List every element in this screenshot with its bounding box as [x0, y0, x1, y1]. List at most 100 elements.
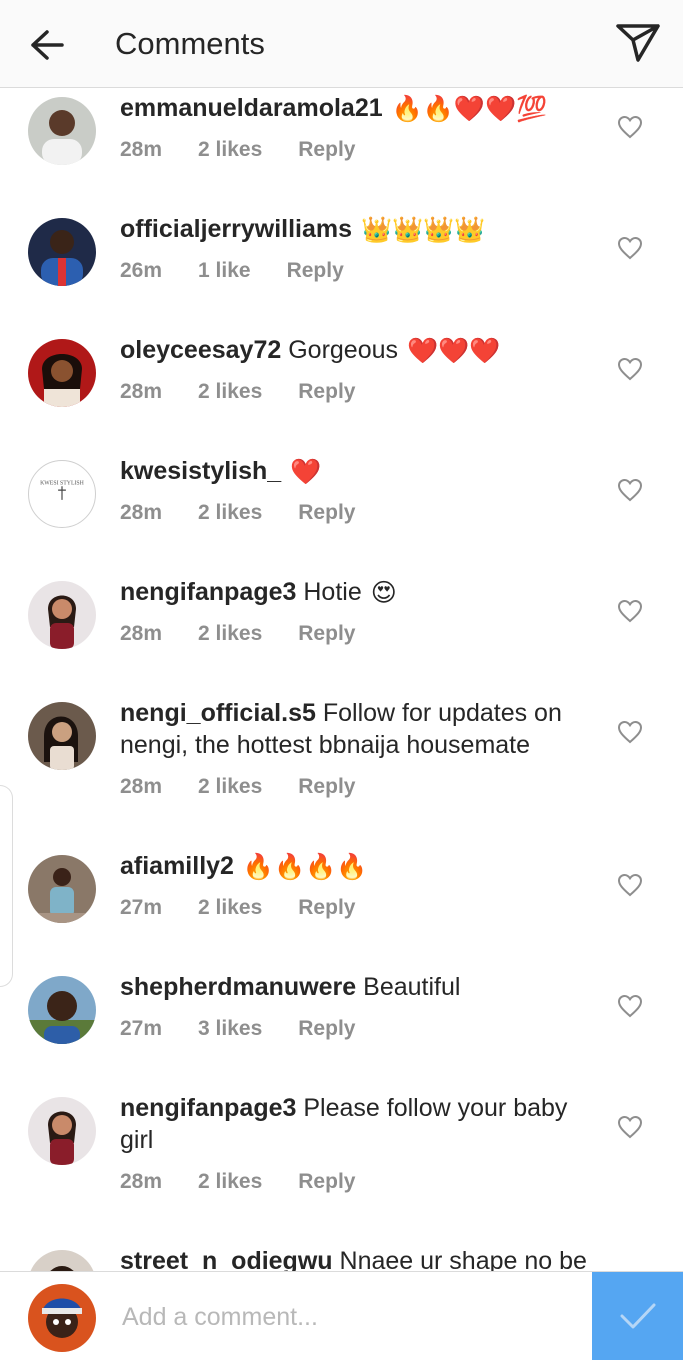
- page-title: Comments: [115, 26, 265, 61]
- comment-meta: 27m 3 likes Reply: [120, 1015, 391, 1043]
- comment-text: emmanueldaramola21 🔥🔥❤️❤️💯: [120, 92, 600, 125]
- heart-outline-icon: [617, 599, 643, 623]
- comment-row: nengi_official.s5 Follow for updates on …: [0, 695, 683, 835]
- avatar[interactable]: [28, 339, 96, 407]
- comment-text: officialjerrywilliams 👑👑👑👑: [120, 213, 600, 246]
- emoji-text: 🔥🔥🔥🔥: [242, 853, 368, 882]
- like-button[interactable]: [614, 596, 646, 626]
- comment-likes[interactable]: 1 like: [198, 259, 251, 282]
- comment-time: 28m: [120, 1170, 163, 1193]
- avatar[interactable]: [28, 1097, 96, 1165]
- like-button[interactable]: [614, 475, 646, 505]
- comment-list[interactable]: emmanueldaramola21 🔥🔥❤️❤️💯 28m 2 likes Rep…: [0, 88, 683, 1271]
- comment-row: nengifanpage3 Please follow your baby gi…: [0, 1090, 683, 1230]
- share-button[interactable]: [613, 20, 663, 66]
- comment-username[interactable]: oleyceesay72: [120, 336, 281, 364]
- comment-row: officialjerrywilliams 👑👑👑👑 26m 1 like Repl…: [0, 211, 683, 321]
- side-panel-edge[interactable]: [0, 785, 13, 987]
- reply-button[interactable]: Reply: [298, 501, 355, 524]
- comment-text: oleyceesay72 Gorgeous ❤️❤️❤️: [120, 334, 600, 367]
- comment-username[interactable]: nengifanpage3: [120, 578, 296, 606]
- reply-button[interactable]: Reply: [298, 775, 355, 798]
- comment-text: nengifanpage3 Hotie 😍: [120, 576, 600, 609]
- avatar[interactable]: [28, 581, 96, 649]
- reply-button[interactable]: Reply: [287, 259, 344, 282]
- comment-likes[interactable]: 2 likes: [198, 896, 262, 919]
- comment-time: 28m: [120, 775, 163, 798]
- avatar[interactable]: [28, 976, 96, 1044]
- comment-row: afiamilly2 🔥🔥🔥🔥 27m 2 likes Reply: [0, 848, 683, 958]
- reply-button[interactable]: Reply: [298, 622, 355, 645]
- like-button[interactable]: [614, 112, 646, 142]
- current-user-avatar[interactable]: [28, 1284, 96, 1352]
- reply-button[interactable]: Reply: [298, 896, 355, 919]
- comment-likes[interactable]: 3 likes: [198, 1017, 262, 1040]
- avatar[interactable]: [28, 1250, 96, 1271]
- comment-likes[interactable]: 2 likes: [198, 501, 262, 524]
- comment-time: 28m: [120, 622, 163, 645]
- comment-likes[interactable]: 2 likes: [198, 1170, 262, 1193]
- comment-meta: 28m 2 likes Reply: [120, 1168, 391, 1196]
- comment-likes[interactable]: 2 likes: [198, 380, 262, 403]
- comment-username[interactable]: afiamilly2: [120, 852, 234, 880]
- emoji-text: 👑👑👑👑: [361, 216, 486, 245]
- checkmark-icon: [620, 1303, 655, 1329]
- emoji-text: ❤️❤️❤️: [406, 337, 501, 366]
- comment-row: oleyceesay72 Gorgeous ❤️❤️❤️ 28m 2 likes R…: [0, 332, 683, 442]
- comment-input[interactable]: [120, 1290, 574, 1344]
- comment-time: 26m: [120, 259, 163, 282]
- comment-row: shepherdmanuwere Beautiful 27m 3 likes Rep…: [0, 969, 683, 1079]
- comment-likes[interactable]: 2 likes: [198, 138, 262, 161]
- heart-outline-icon: [617, 720, 643, 744]
- comment-username[interactable]: street_n_odiegwu: [120, 1247, 333, 1271]
- heart-outline-icon: [617, 357, 643, 381]
- comment-text: nengi_official.s5 Follow for updates on …: [120, 697, 600, 761]
- avatar[interactable]: KWESI STYLISH: [28, 460, 96, 528]
- comment-row: nengifanpage3 Hotie 😍 28m 2 likes Reply: [0, 574, 683, 684]
- comment-meta: 27m 2 likes Reply: [120, 894, 391, 922]
- paper-plane-icon: [616, 24, 660, 62]
- comment-username[interactable]: nengifanpage3: [120, 1094, 296, 1122]
- avatar[interactable]: [28, 218, 96, 286]
- comment-body: Beautiful: [363, 973, 461, 1001]
- comment-row: emmanueldaramola21 🔥🔥❤️❤️💯 28m 2 likes Rep…: [0, 90, 683, 200]
- comment-time: 27m: [120, 1017, 163, 1040]
- comment-username[interactable]: officialjerrywilliams: [120, 215, 352, 243]
- emoji-text: ❤️: [290, 458, 322, 487]
- comment-row: street_n_odiegwu Nnaee ur shape no be: [0, 1243, 683, 1271]
- heart-outline-icon: [617, 994, 643, 1018]
- like-button[interactable]: [614, 870, 646, 900]
- like-button[interactable]: [614, 233, 646, 263]
- like-button[interactable]: [614, 991, 646, 1021]
- reply-button[interactable]: Reply: [298, 380, 355, 403]
- comment-meta: 28m 2 likes Reply: [120, 499, 391, 527]
- comment-likes[interactable]: 2 likes: [198, 775, 262, 798]
- like-button[interactable]: [614, 354, 646, 384]
- like-button[interactable]: [614, 717, 646, 747]
- avatar[interactable]: [28, 855, 96, 923]
- comment-username[interactable]: nengi_official.s5: [120, 699, 316, 727]
- comment-username[interactable]: kwesistylish_: [120, 457, 281, 485]
- comment-body: Gorgeous: [288, 336, 399, 364]
- comment-time: 28m: [120, 501, 163, 524]
- reply-button[interactable]: Reply: [298, 1170, 355, 1193]
- comment-text: nengifanpage3 Please follow your baby gi…: [120, 1092, 600, 1156]
- comment-likes[interactable]: 2 likes: [198, 622, 262, 645]
- back-button[interactable]: [22, 22, 72, 68]
- comment-text: afiamilly2 🔥🔥🔥🔥: [120, 850, 600, 883]
- avatar[interactable]: [28, 702, 96, 770]
- heart-outline-icon: [617, 236, 643, 260]
- post-comment-button[interactable]: [592, 1272, 683, 1360]
- comment-username[interactable]: emmanueldaramola21: [120, 94, 383, 122]
- heart-outline-icon: [617, 1115, 643, 1139]
- like-button[interactable]: [614, 1112, 646, 1142]
- arrow-left-icon: [31, 30, 64, 60]
- heart-outline-icon: [617, 478, 643, 502]
- heart-outline-icon: [617, 115, 643, 139]
- comment-username[interactable]: shepherdmanuwere: [120, 973, 356, 1001]
- avatar[interactable]: [28, 97, 96, 165]
- reply-button[interactable]: Reply: [298, 1017, 355, 1040]
- reply-button[interactable]: Reply: [298, 138, 355, 161]
- comment-time: 28m: [120, 138, 163, 161]
- comment-meta: 28m 2 likes Reply: [120, 136, 391, 164]
